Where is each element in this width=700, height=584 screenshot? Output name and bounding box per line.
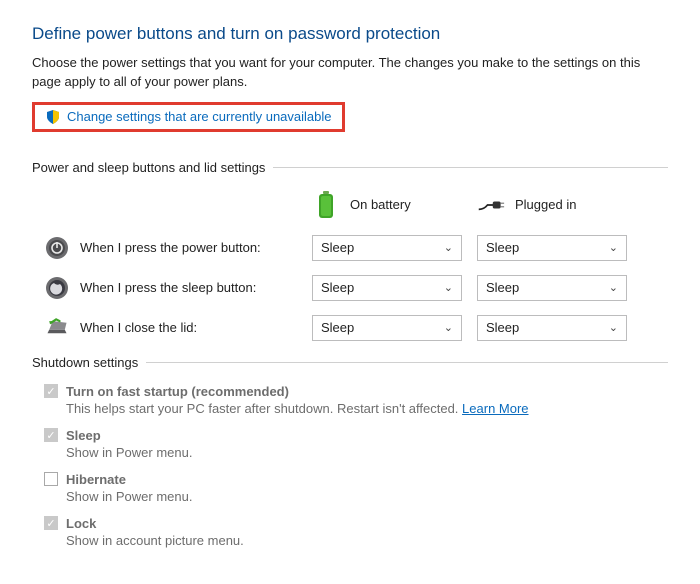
lock-checkbox[interactable] xyxy=(44,516,58,530)
divider xyxy=(273,167,668,168)
sleep-desc: Show in Power menu. xyxy=(66,445,668,460)
power-sleep-section: Power and sleep buttons and lid settings… xyxy=(32,160,668,341)
column-on-battery-label: On battery xyxy=(350,197,411,212)
power-button-battery-select[interactable]: Sleep ⌄ xyxy=(312,235,462,261)
fast-startup-desc: This helps start your PC faster after sh… xyxy=(66,401,458,416)
change-settings-link[interactable]: Change settings that are currently unava… xyxy=(67,109,332,124)
hibernate-checkbox[interactable] xyxy=(44,472,58,486)
shutdown-item-lock: Lock Show in account picture menu. xyxy=(44,516,668,548)
chevron-down-icon: ⌄ xyxy=(609,241,618,254)
fast-startup-title: Turn on fast startup (recommended) xyxy=(66,384,289,399)
fast-startup-checkbox[interactable] xyxy=(44,384,58,398)
row-close-lid: When I close the lid: Sleep ⌄ Sleep ⌄ xyxy=(32,315,668,341)
row-power-button: When I press the power button: Sleep ⌄ S… xyxy=(32,235,668,261)
sleep-button-plugged-select[interactable]: Sleep ⌄ xyxy=(477,275,627,301)
shield-icon xyxy=(45,109,61,125)
shutdown-item-hibernate: Hibernate Show in Power menu. xyxy=(44,472,668,504)
hibernate-desc: Show in Power menu. xyxy=(66,489,668,504)
page-description: Choose the power settings that you want … xyxy=(32,54,668,92)
power-button-label: When I press the power button: xyxy=(80,240,261,255)
sleep-title: Sleep xyxy=(66,428,101,443)
power-sleep-header: Power and sleep buttons and lid settings xyxy=(32,160,265,175)
lock-desc: Show in account picture menu. xyxy=(66,533,668,548)
change-settings-highlight: Change settings that are currently unava… xyxy=(32,102,345,132)
hibernate-title: Hibernate xyxy=(66,472,126,487)
close-lid-label: When I close the lid: xyxy=(80,320,197,335)
chevron-down-icon: ⌄ xyxy=(609,281,618,294)
chevron-down-icon: ⌄ xyxy=(444,281,453,294)
shutdown-header: Shutdown settings xyxy=(32,355,138,370)
sleep-checkbox[interactable] xyxy=(44,428,58,442)
shutdown-section: Shutdown settings Turn on fast startup (… xyxy=(32,355,668,548)
power-button-icon xyxy=(44,235,70,261)
shutdown-item-fast-startup: Turn on fast startup (recommended) This … xyxy=(44,384,668,416)
learn-more-link[interactable]: Learn More xyxy=(462,401,528,416)
plug-icon xyxy=(477,189,505,221)
column-plugged-in: Plugged in xyxy=(477,189,642,221)
sleep-button-icon xyxy=(44,275,70,301)
chevron-down-icon: ⌄ xyxy=(609,321,618,334)
lock-title: Lock xyxy=(66,516,96,531)
close-lid-plugged-select[interactable]: Sleep ⌄ xyxy=(477,315,627,341)
power-button-plugged-select[interactable]: Sleep ⌄ xyxy=(477,235,627,261)
laptop-lid-icon xyxy=(44,315,70,341)
chevron-down-icon: ⌄ xyxy=(444,241,453,254)
chevron-down-icon: ⌄ xyxy=(444,321,453,334)
column-on-battery: On battery xyxy=(312,189,477,221)
page-title: Define power buttons and turn on passwor… xyxy=(32,24,668,44)
column-plugged-in-label: Plugged in xyxy=(515,197,576,212)
close-lid-battery-select[interactable]: Sleep ⌄ xyxy=(312,315,462,341)
divider xyxy=(146,362,668,363)
sleep-button-label: When I press the sleep button: xyxy=(80,280,256,295)
battery-icon xyxy=(312,189,340,221)
shutdown-item-sleep: Sleep Show in Power menu. xyxy=(44,428,668,460)
sleep-button-battery-select[interactable]: Sleep ⌄ xyxy=(312,275,462,301)
row-sleep-button: When I press the sleep button: Sleep ⌄ S… xyxy=(32,275,668,301)
